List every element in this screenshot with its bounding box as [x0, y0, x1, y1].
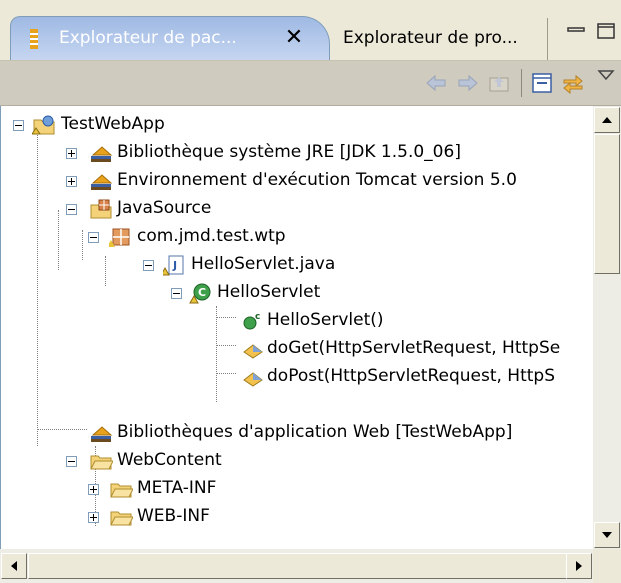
minimize-icon[interactable] [566, 22, 586, 40]
tree-item-method-dopost[interactable]: doPost(HttpServletRequest, HttpS [1, 363, 593, 391]
expand-toggle[interactable] [66, 176, 77, 187]
tab-label: Explorateur de pro... [343, 28, 518, 48]
tree-item-method-doget[interactable]: doGet(HttpServletRequest, HttpSe [1, 335, 593, 363]
tab-package-explorer[interactable]: Explorateur de pac... ✕ [10, 16, 330, 60]
tree-item-label: Environnement d'exécution Tomcat version… [117, 170, 517, 190]
tree-item-project[interactable]: TestWebApp [1, 111, 593, 139]
collapse-toggle[interactable] [66, 204, 77, 215]
scroll-right-button[interactable] [566, 553, 592, 579]
web-project-icon [32, 114, 56, 136]
svg-text:J: J [172, 259, 177, 272]
back-arrow-icon[interactable] [423, 71, 449, 95]
protected-method-icon [241, 338, 265, 360]
tree-item-label: HelloServlet [217, 282, 321, 302]
tree-item-webcontent[interactable]: WebContent [1, 447, 593, 475]
tab-label: Explorateur de pac... [59, 28, 237, 48]
folder-icon [89, 450, 113, 472]
tree-item-class[interactable]: C HelloServlet [1, 279, 593, 307]
tree-item-source-folder[interactable]: JavaSource [1, 195, 593, 223]
tree-item-label: com.jmd.test.wtp [137, 226, 286, 246]
protected-method-icon [241, 366, 265, 388]
tree-item-web-inf[interactable]: WEB-INF [1, 503, 593, 531]
tab-project-explorer[interactable]: Explorateur de pro... [330, 18, 548, 60]
svg-text:c: c [255, 312, 260, 322]
package-explorer-view: Explorateur de pac... ✕ Explorateur de p… [0, 0, 621, 583]
source-folder-icon [89, 198, 113, 220]
class-icon: C [189, 282, 213, 304]
tree-item-label: TestWebApp [61, 114, 165, 134]
tree-item-label: JavaSource [117, 198, 212, 218]
folder-icon [109, 506, 133, 528]
scroll-left-button[interactable] [1, 553, 27, 579]
vertical-scroll-thumb[interactable] [594, 134, 620, 274]
scroll-down-button[interactable] [594, 522, 620, 548]
expand-toggle[interactable] [88, 484, 99, 495]
tree-item-label: doGet(HttpServletRequest, HttpSe [267, 338, 561, 358]
view-menu-icon[interactable] [596, 67, 621, 91]
tree-item-label: HelloServlet.java [191, 254, 336, 274]
collapse-all-icon[interactable] [530, 71, 556, 95]
tree-item-label: doPost(HttpServletRequest, HttpS [267, 366, 556, 386]
library-icon [89, 170, 113, 192]
collapse-toggle[interactable] [171, 288, 182, 299]
java-file-icon: J [163, 254, 187, 276]
horizontal-scroll-thumb[interactable] [28, 553, 570, 579]
link-with-editor-icon[interactable] [560, 71, 586, 95]
horizontal-scrollbar[interactable] [0, 549, 621, 583]
tree-item-label: WEB-INF [137, 506, 210, 526]
scroll-up-button[interactable] [594, 107, 620, 133]
vertical-scrollbar[interactable] [593, 106, 621, 549]
tree-item-label: WebContent [117, 450, 222, 470]
tree-item-java-file[interactable]: J HelloServlet.java [1, 251, 593, 279]
tree-item-meta-inf[interactable]: META-INF [1, 475, 593, 503]
scrollbar-corner [593, 549, 621, 583]
package-tree[interactable]: TestWebApp Bibliothèque système JRE [JDK… [0, 106, 593, 549]
collapse-toggle[interactable] [143, 260, 154, 271]
tree-item-tomcat-runtime[interactable]: Environnement d'exécution Tomcat version… [1, 167, 593, 195]
library-icon [89, 422, 113, 444]
expand-toggle[interactable] [66, 148, 77, 159]
tree-item-jre-library[interactable]: Bibliothèque système JRE [JDK 1.5.0_06] [1, 139, 593, 167]
library-icon [89, 142, 113, 164]
tree-item-label: META-INF [137, 478, 217, 498]
svg-text:C: C [198, 286, 206, 299]
close-icon[interactable]: ✕ [281, 25, 307, 51]
tree-item-label: Bibliothèques d'application Web [TestWeb… [117, 422, 513, 442]
up-folder-icon[interactable] [487, 71, 513, 95]
collapse-toggle[interactable] [13, 120, 24, 131]
tree-item-label: Bibliothèque système JRE [JDK 1.5.0_06] [117, 142, 461, 162]
folder-icon [109, 478, 133, 500]
forward-arrow-icon[interactable] [455, 71, 481, 95]
view-toolbar [0, 61, 621, 106]
view-tab-bar: Explorateur de pac... ✕ Explorateur de p… [0, 0, 621, 61]
tree-item-label: HelloServlet() [267, 310, 384, 330]
expand-toggle[interactable] [88, 512, 99, 523]
collapse-toggle[interactable] [88, 232, 99, 243]
maximize-icon[interactable] [596, 22, 616, 40]
toolbar-separator [521, 69, 522, 97]
tree-item-web-app-libraries[interactable]: Bibliothèques d'application Web [TestWeb… [1, 419, 593, 447]
tree-item-constructor[interactable]: c HelloServlet() [1, 307, 593, 335]
collapse-toggle[interactable] [66, 456, 77, 467]
package-icon [109, 226, 133, 248]
tree-item-package[interactable]: com.jmd.test.wtp [1, 223, 593, 251]
constructor-icon: c [241, 310, 265, 332]
package-explorer-icon [29, 29, 39, 49]
